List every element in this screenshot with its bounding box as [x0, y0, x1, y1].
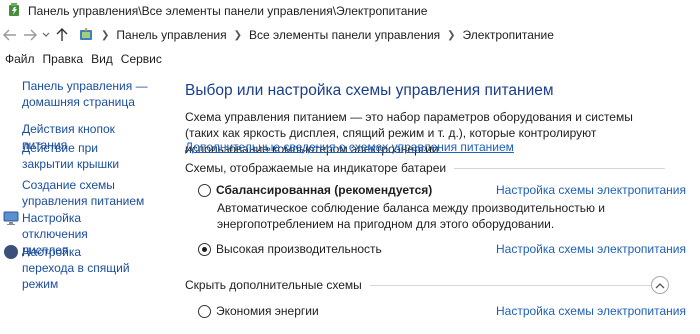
plan-radio-high-performance[interactable] [198, 242, 211, 256]
title-bar: Панель управления\Все элементы панели уп… [0, 0, 700, 22]
breadcrumb-separator-icon[interactable]: ❯ [447, 30, 455, 41]
breadcrumb-separator-icon[interactable]: ❯ [234, 30, 242, 41]
display-icon [3, 210, 19, 226]
recent-locations-chevron-icon[interactable] [40, 25, 52, 45]
sidebar-item-lid-close[interactable]: Действие при закрытии крышки [22, 140, 137, 172]
menu-tools[interactable]: Сервис [121, 52, 162, 66]
plan-row-balanced: Сбалансированная (рекомендуется) Настрой… [198, 181, 686, 199]
sidebar-item-sleep[interactable]: Настройка перехода в спящий режим [22, 244, 132, 292]
plan-name-power-saver[interactable]: Экономия энергии [216, 304, 319, 318]
menu-bar: Файл Правка Вид Сервис [0, 50, 700, 68]
up-arrow-icon[interactable] [52, 25, 72, 45]
collapse-chevron-up-icon[interactable] [651, 276, 669, 294]
plan-radio-balanced[interactable] [198, 183, 211, 197]
plan-description-balanced: Автоматическое соблюдение баланса между … [217, 201, 606, 231]
more-info-link[interactable]: Дополнительные сведения о схемах управле… [185, 140, 514, 154]
plan-name-balanced[interactable]: Сбалансированная (рекомендуется) [216, 183, 432, 197]
breadcrumb[interactable]: ❯ Панель управления ❯ Все элементы панел… [78, 24, 554, 46]
radio-selected-dot [202, 246, 207, 252]
window-title: Панель управления\Все элементы панели уп… [28, 4, 428, 18]
menu-file[interactable]: Файл [5, 52, 35, 66]
hidden-plans-section: Скрыть дополнительные схемы [185, 278, 665, 292]
section-divider [454, 167, 665, 169]
battery-plans-heading: Схемы, отображаемые на индикаторе батаре… [185, 161, 447, 175]
plan-settings-link-high-performance[interactable]: Настройка схемы электропитания [496, 242, 686, 256]
plan-settings-link-balanced[interactable]: Настройка схемы электропитания [496, 183, 686, 197]
breadcrumb-item-all-items[interactable]: Все элементы панели управления [249, 28, 440, 42]
page-title: Выбор или настройка схемы управления пит… [185, 82, 554, 99]
address-bar: ❯ Панель управления ❯ Все элементы панел… [0, 23, 700, 47]
sidebar-item-control-panel-home[interactable]: Панель управления — домашняя страница [22, 78, 152, 110]
breadcrumb-item-control-panel[interactable]: Панель управления [116, 28, 226, 42]
breadcrumb-item-power-options[interactable]: Электропитание [463, 28, 554, 42]
breadcrumb-separator-icon[interactable]: ❯ [101, 30, 109, 41]
control-panel-icon [78, 26, 94, 45]
hidden-plans-heading: Скрыть дополнительные схемы [185, 278, 362, 292]
plan-name-high-performance[interactable]: Высокая производительность [216, 242, 382, 256]
plan-radio-power-saver[interactable] [198, 304, 211, 318]
sleep-moon-icon [3, 244, 19, 260]
sidebar-item-create-plan[interactable]: Создание схемы управления питанием [22, 177, 147, 209]
plan-row-high-performance: Высокая производительность Настройка схе… [198, 240, 686, 258]
plan-row-power-saver: Экономия энергии Настройка схемы электро… [198, 302, 686, 320]
menu-view[interactable]: Вид [91, 52, 113, 66]
forward-arrow-icon[interactable] [20, 25, 40, 45]
battery-plans-section: Схемы, отображаемые на индикаторе батаре… [185, 161, 665, 175]
power-options-icon [6, 2, 22, 21]
section-divider [369, 284, 665, 286]
plan-settings-link-power-saver[interactable]: Настройка схемы электропитания [496, 304, 686, 318]
back-arrow-icon[interactable] [0, 25, 20, 45]
menu-edit[interactable]: Правка [43, 52, 84, 66]
